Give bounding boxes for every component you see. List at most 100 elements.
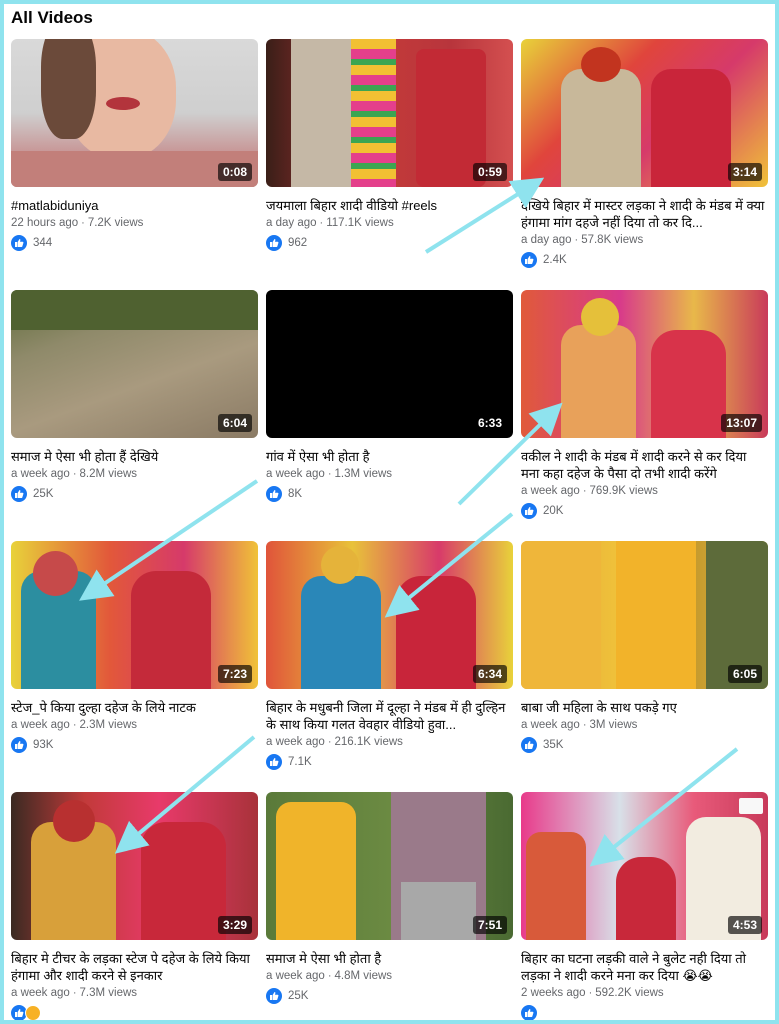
video-reactions: 2.4K bbox=[521, 252, 768, 268]
video-likes: 8K bbox=[288, 488, 303, 500]
video-card[interactable]: 0:08 #matlabiduniya 22 hours ago · 7.2K vi… bbox=[11, 39, 258, 251]
video-duration: 0:08 bbox=[217, 163, 252, 181]
video-thumbnail[interactable]: 6:34 bbox=[266, 541, 513, 689]
video-card[interactable]: 6:04 समाज मे ऐसा भी होता हैं देखिये a we… bbox=[11, 290, 258, 502]
video-views: 1.3M views bbox=[334, 468, 393, 480]
video-card[interactable]: 7:51 समाज मे ऐसा भी होता है a week ago · 4… bbox=[266, 792, 513, 1004]
video-title[interactable]: स्टेज_पे किया दुल्हा दहेज के लिये नाटक bbox=[11, 699, 258, 716]
video-duration: 7:23 bbox=[217, 665, 252, 683]
section-title: All Videos bbox=[11, 8, 93, 27]
video-likes: 35K bbox=[543, 739, 564, 751]
video-age: a week ago bbox=[11, 468, 70, 480]
video-meta: a week ago · 1.3M views bbox=[266, 468, 393, 480]
like-icon bbox=[11, 235, 27, 251]
like-icon bbox=[521, 1005, 537, 1020]
video-card[interactable]: 6:33 गांव में ऐसा भी होता है a week ago ·… bbox=[266, 290, 513, 502]
video-views: 117.1K views bbox=[326, 217, 394, 229]
video-duration: 4:53 bbox=[727, 916, 762, 934]
video-thumbnail[interactable]: 6:05 bbox=[521, 541, 768, 689]
video-age: a week ago bbox=[266, 736, 325, 748]
video-views: 216.1K views bbox=[334, 736, 403, 748]
video-age: 2 weeks ago bbox=[521, 987, 586, 999]
video-title[interactable]: जयमाला बिहार शादी वीडियो #reels bbox=[266, 197, 513, 214]
video-title[interactable]: बिहार मे टीचर के लड़का स्टेज पे दहेज के … bbox=[11, 950, 258, 984]
video-reactions: 962 bbox=[266, 235, 513, 251]
video-thumbnail[interactable]: 7:23 bbox=[11, 541, 258, 689]
video-likes: 93K bbox=[33, 739, 54, 751]
video-age: a week ago bbox=[266, 970, 325, 982]
video-title[interactable]: समाज मे ऐसा भी होता हैं देखिये bbox=[11, 448, 258, 465]
video-title[interactable]: #matlabiduniya bbox=[11, 197, 258, 214]
videos-panel: All Videos 0:08 #matlabiduniya 22 hours … bbox=[4, 4, 775, 1020]
video-likes: 25K bbox=[288, 990, 309, 1002]
video-meta: a day ago · 57.8K views bbox=[521, 234, 644, 246]
video-card[interactable]: 6:05 बाबा जी महिला के साथ पकड़े गए a wee… bbox=[521, 541, 768, 753]
video-meta: a week ago · 769.9K views bbox=[521, 485, 658, 497]
video-reactions: 35K bbox=[521, 737, 768, 753]
video-title[interactable]: देखिये बिहार में मास्टर लड़का ने शादी के… bbox=[521, 197, 768, 231]
video-duration: 7:51 bbox=[472, 916, 507, 934]
video-views: 7.3M views bbox=[79, 987, 138, 999]
like-icon bbox=[521, 252, 537, 268]
video-reactions: 344 bbox=[11, 235, 258, 251]
like-icon bbox=[11, 486, 27, 502]
video-age: a day ago bbox=[266, 217, 317, 229]
video-meta: a week ago · 7.3M views bbox=[11, 987, 138, 999]
video-reactions bbox=[11, 1005, 258, 1020]
video-thumbnail[interactable]: 0:08 bbox=[11, 39, 258, 187]
video-duration: 6:34 bbox=[472, 665, 507, 683]
video-card[interactable]: 13:07 वकील ने शादी के मंडब में शादी करने… bbox=[521, 290, 768, 519]
like-icon bbox=[266, 754, 282, 770]
video-likes: 7.1K bbox=[288, 756, 312, 768]
video-likes: 2.4K bbox=[543, 254, 567, 266]
video-reactions: 25K bbox=[11, 486, 258, 502]
video-meta: 22 hours ago · 7.2K views bbox=[11, 217, 144, 229]
video-reactions: 7.1K bbox=[266, 754, 513, 770]
video-thumbnail[interactable]: 7:51 bbox=[266, 792, 513, 940]
video-age: a week ago bbox=[521, 719, 580, 731]
video-card[interactable]: 3:29 बिहार मे टीचर के लड़का स्टेज पे दहे… bbox=[11, 792, 258, 1020]
video-duration: 13:07 bbox=[721, 414, 762, 432]
video-card[interactable]: 7:23 स्टेज_पे किया दुल्हा दहेज के लिये न… bbox=[11, 541, 258, 753]
video-duration: 6:05 bbox=[727, 665, 762, 683]
video-views: 769.9K views bbox=[589, 485, 658, 497]
video-thumbnail[interactable]: 13:07 bbox=[521, 290, 768, 438]
video-views: 2.3M views bbox=[79, 719, 138, 731]
video-thumbnail[interactable]: 6:04 bbox=[11, 290, 258, 438]
video-duration: 3:29 bbox=[217, 916, 252, 934]
like-icon bbox=[521, 737, 537, 753]
video-thumbnail[interactable]: 4:53 bbox=[521, 792, 768, 940]
like-icon bbox=[266, 486, 282, 502]
video-card[interactable]: 3:14 देखिये बिहार में मास्टर लड़का ने शा… bbox=[521, 39, 768, 268]
video-title[interactable]: बाबा जी महिला के साथ पकड़े गए bbox=[521, 699, 768, 716]
video-meta: a day ago · 117.1K views bbox=[266, 217, 394, 229]
video-card[interactable]: 4:53 बिहार का घटना लड़की वाले ने बुलेट न… bbox=[521, 792, 768, 1020]
video-age: a week ago bbox=[266, 468, 325, 480]
video-views: 7.2K views bbox=[87, 217, 144, 229]
video-meta: a week ago · 8.2M views bbox=[11, 468, 138, 480]
video-duration: 0:59 bbox=[472, 163, 507, 181]
video-title[interactable]: बिहार के मधुबनी जिला में दूल्हा ने मंडब … bbox=[266, 699, 513, 733]
video-likes: 344 bbox=[33, 237, 53, 249]
video-views: 8.2M views bbox=[79, 468, 138, 480]
video-title[interactable]: समाज मे ऐसा भी होता है bbox=[266, 950, 513, 967]
video-reactions: 20K bbox=[521, 503, 768, 519]
video-views: 4.8M views bbox=[334, 970, 393, 982]
video-meta: a week ago · 4.8M views bbox=[266, 970, 393, 982]
video-age: a week ago bbox=[11, 719, 70, 731]
video-card[interactable]: 0:59 जयमाला बिहार शादी वीडियो #reels a d… bbox=[266, 39, 513, 251]
video-meta: a week ago · 2.3M views bbox=[11, 719, 138, 731]
video-meta: a week ago · 216.1K views bbox=[266, 736, 403, 748]
video-age: a week ago bbox=[521, 485, 580, 497]
video-thumbnail[interactable]: 6:33 bbox=[266, 290, 513, 438]
video-meta: 2 weeks ago · 592.2K views bbox=[521, 987, 664, 999]
video-thumbnail[interactable]: 3:29 bbox=[11, 792, 258, 940]
video-title[interactable]: गांव में ऐसा भी होता है bbox=[266, 448, 513, 465]
video-card[interactable]: 6:34 बिहार के मधुबनी जिला में दूल्हा ने … bbox=[266, 541, 513, 770]
video-title[interactable]: वकील ने शादी के मंडब में शादी करने से कर… bbox=[521, 448, 768, 482]
video-title[interactable]: बिहार का घटना लड़की वाले ने बुलेट नही दि… bbox=[521, 950, 768, 984]
like-icon bbox=[11, 737, 27, 753]
video-thumbnail[interactable]: 3:14 bbox=[521, 39, 768, 187]
video-thumbnail[interactable]: 0:59 bbox=[266, 39, 513, 187]
video-duration: 3:14 bbox=[727, 163, 762, 181]
